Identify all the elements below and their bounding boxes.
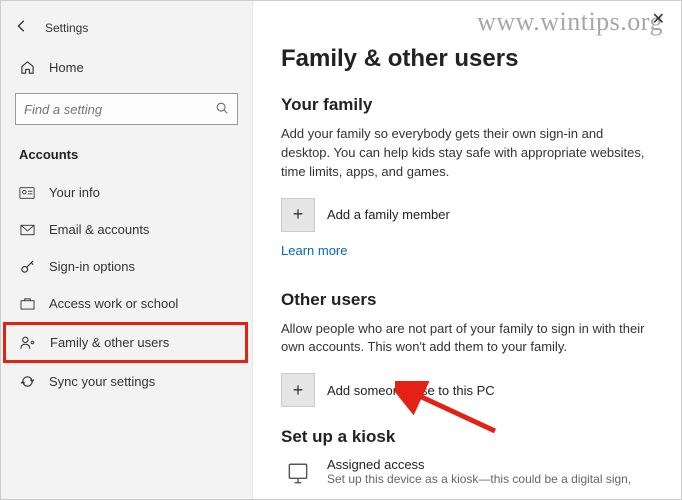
kiosk-item[interactable]: Assigned access Set up this device as a … — [281, 457, 653, 491]
others-description: Allow people who are not part of your fa… — [281, 320, 653, 358]
add-someone-button[interactable]: + Add someone else to this PC — [281, 373, 653, 407]
sidebar: Settings Home Accounts Your info E — [1, 1, 253, 499]
email-icon — [19, 224, 35, 236]
sidebar-item-work-school[interactable]: Access work or school — [1, 285, 252, 322]
family-heading: Your family — [281, 95, 653, 115]
sidebar-item-your-info[interactable]: Your info — [1, 174, 252, 211]
content-area: Family & other users Your family Add you… — [253, 1, 681, 499]
kiosk-title: Assigned access — [327, 457, 631, 472]
window-title: Settings — [45, 21, 88, 35]
nav-label: Sign-in options — [49, 259, 135, 274]
search-icon — [215, 101, 229, 118]
add-family-member-button[interactable]: + Add a family member — [281, 198, 653, 232]
sidebar-item-family[interactable]: Family & other users — [3, 322, 248, 363]
sidebar-item-signin[interactable]: Sign-in options — [1, 248, 252, 285]
kiosk-subtitle: Set up this device as a kiosk—this could… — [327, 472, 631, 486]
plus-icon: + — [281, 373, 315, 407]
others-heading: Other users — [281, 290, 653, 310]
sidebar-header: Settings — [1, 11, 252, 50]
search-box[interactable] — [15, 93, 238, 125]
plus-icon: + — [281, 198, 315, 232]
page-title: Family & other users — [281, 45, 653, 73]
app-container: Settings Home Accounts Your info E — [1, 1, 681, 499]
nav-label: Access work or school — [49, 296, 178, 311]
home-label: Home — [49, 60, 84, 75]
sidebar-item-sync[interactable]: Sync your settings — [1, 363, 252, 400]
kiosk-heading: Set up a kiosk — [281, 427, 653, 447]
close-button[interactable]: ✕ — [646, 7, 671, 31]
key-icon — [19, 259, 35, 274]
nav-label: Sync your settings — [49, 374, 155, 389]
add-someone-label: Add someone else to this PC — [327, 383, 495, 398]
family-icon — [20, 335, 36, 350]
kiosk-icon — [281, 457, 315, 491]
nav-label: Email & accounts — [49, 222, 149, 237]
briefcase-icon — [19, 297, 35, 310]
search-input[interactable] — [24, 102, 198, 117]
nav-label: Family & other users — [50, 335, 169, 350]
sidebar-home[interactable]: Home — [1, 50, 252, 85]
home-icon — [19, 60, 35, 75]
back-arrow-icon[interactable] — [15, 19, 29, 36]
sidebar-section-header: Accounts — [1, 141, 252, 174]
sync-icon — [19, 374, 35, 389]
family-description: Add your family so everybody gets their … — [281, 125, 653, 182]
sidebar-item-email[interactable]: Email & accounts — [1, 211, 252, 248]
kiosk-text: Assigned access Set up this device as a … — [327, 457, 631, 486]
add-family-label: Add a family member — [327, 207, 450, 222]
learn-more-link[interactable]: Learn more — [281, 243, 347, 258]
nav-label: Your info — [49, 185, 100, 200]
user-card-icon — [19, 186, 35, 200]
